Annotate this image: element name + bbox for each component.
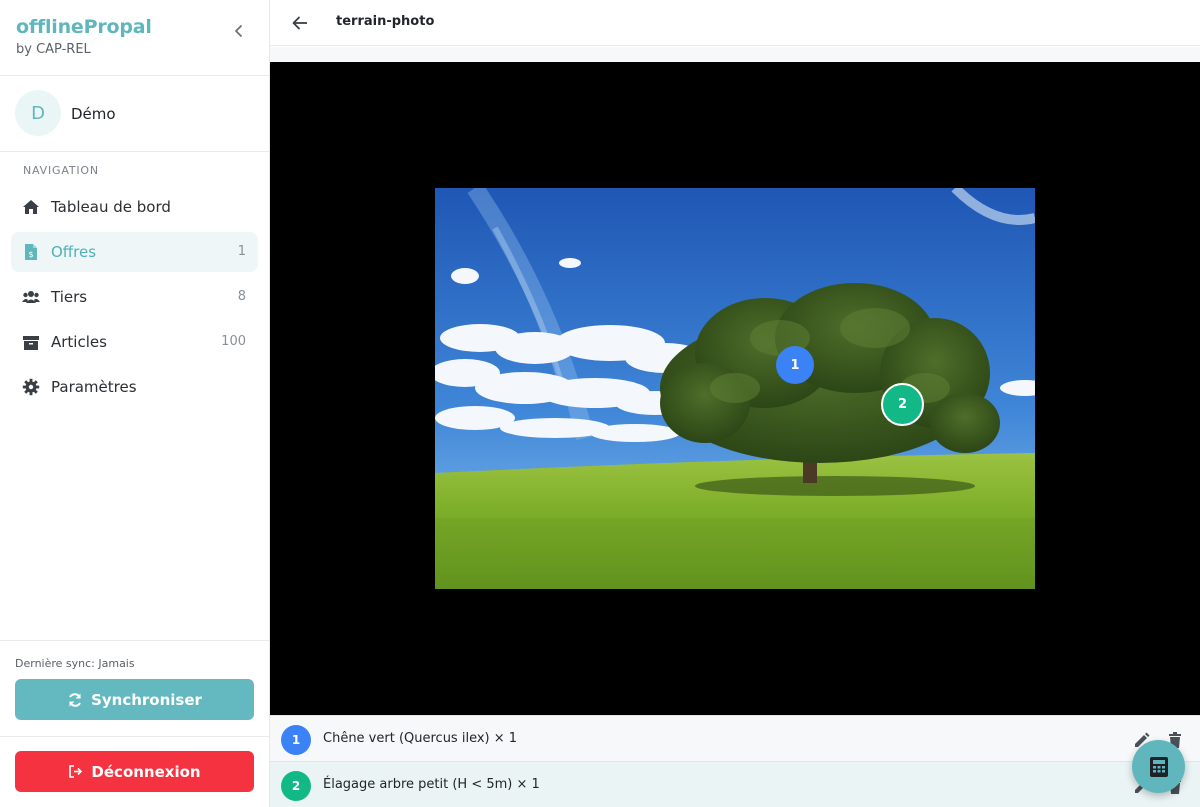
page-title: terrain-photo (336, 14, 435, 29)
sidebar-item-parametres[interactable]: Paramètres (11, 367, 258, 407)
sign-out-icon (69, 765, 83, 778)
refresh-icon (69, 692, 82, 707)
app-subtitle: by CAP-REL (16, 42, 91, 57)
item-label: Élagage arbre petit (H < 5m) × 1 (323, 777, 540, 792)
file-invoice-icon: $ (25, 244, 37, 260)
sidebar-item-label: Tableau de bord (51, 198, 171, 216)
photo-marker-2[interactable]: 2 (881, 383, 924, 426)
sidebar-item-count: 1 (237, 244, 246, 259)
sidebar-item-count: 100 (221, 334, 246, 349)
back-button[interactable] (289, 12, 311, 34)
users-icon (22, 291, 40, 303)
sidebar-item-tiers[interactable]: Tiers 8 (11, 277, 258, 317)
collapse-sidebar-button[interactable] (228, 20, 250, 42)
gear-icon (22, 378, 40, 396)
list-item[interactable]: 2 Élagage arbre petit (H < 5m) × 1 (270, 761, 1200, 807)
home-icon (23, 200, 39, 214)
sidebar: offlinePropal by CAP-REL D Démo NAVIGATI… (0, 0, 270, 807)
item-number-badge: 2 (281, 771, 311, 801)
terrain-photo[interactable] (435, 188, 1035, 589)
tree-field-photo (435, 188, 1035, 589)
app-title: offlinePropal (16, 16, 152, 38)
sidebar-item-label: Articles (51, 333, 107, 351)
sync-panel: Dernière sync: Jamais Synchroniser (0, 640, 269, 737)
avatar: D (15, 90, 61, 136)
sidebar-item-tableau-de-bord[interactable]: Tableau de bord (11, 187, 258, 227)
logout-button[interactable]: Déconnexion (15, 751, 254, 792)
user-profile[interactable]: D Démo (0, 76, 269, 152)
calculator-icon (1149, 756, 1168, 777)
sidebar-item-count: 8 (237, 289, 246, 304)
sync-button-label: Synchroniser (91, 690, 202, 709)
logout-button-label: Déconnexion (91, 762, 201, 781)
page-header: terrain-photo (270, 0, 1200, 46)
calculator-button[interactable] (1132, 740, 1185, 793)
sidebar-item-articles[interactable]: Articles 100 (11, 322, 258, 362)
arrow-left-icon (292, 16, 307, 30)
item-label: Chêne vert (Quercus ilex) × 1 (323, 731, 518, 746)
sidebar-item-label: Tiers (51, 288, 88, 306)
item-number-badge: 1 (281, 725, 311, 755)
photo-marker-1[interactable]: 1 (776, 346, 814, 384)
photo-viewer: 1 2 (270, 62, 1200, 715)
brand-header: offlinePropal by CAP-REL (0, 0, 269, 76)
nav-heading: NAVIGATION (23, 164, 99, 177)
svg-text:$: $ (28, 250, 33, 259)
box-icon (23, 336, 39, 350)
sidebar-item-label: Offres (51, 243, 97, 261)
sync-button[interactable]: Synchroniser (15, 679, 254, 720)
sidebar-item-label: Paramètres (51, 378, 137, 396)
header-divider (270, 47, 1200, 62)
user-name: Démo (71, 105, 116, 123)
list-item[interactable]: 1 Chêne vert (Quercus ilex) × 1 (270, 715, 1200, 761)
annotation-list: 1 Chêne vert (Quercus ilex) × 1 2 Élagag… (270, 715, 1200, 807)
chevron-left-icon (235, 25, 242, 37)
sidebar-item-offres[interactable]: $ Offres 1 (11, 232, 258, 272)
sync-status: Dernière sync: Jamais (15, 657, 135, 670)
